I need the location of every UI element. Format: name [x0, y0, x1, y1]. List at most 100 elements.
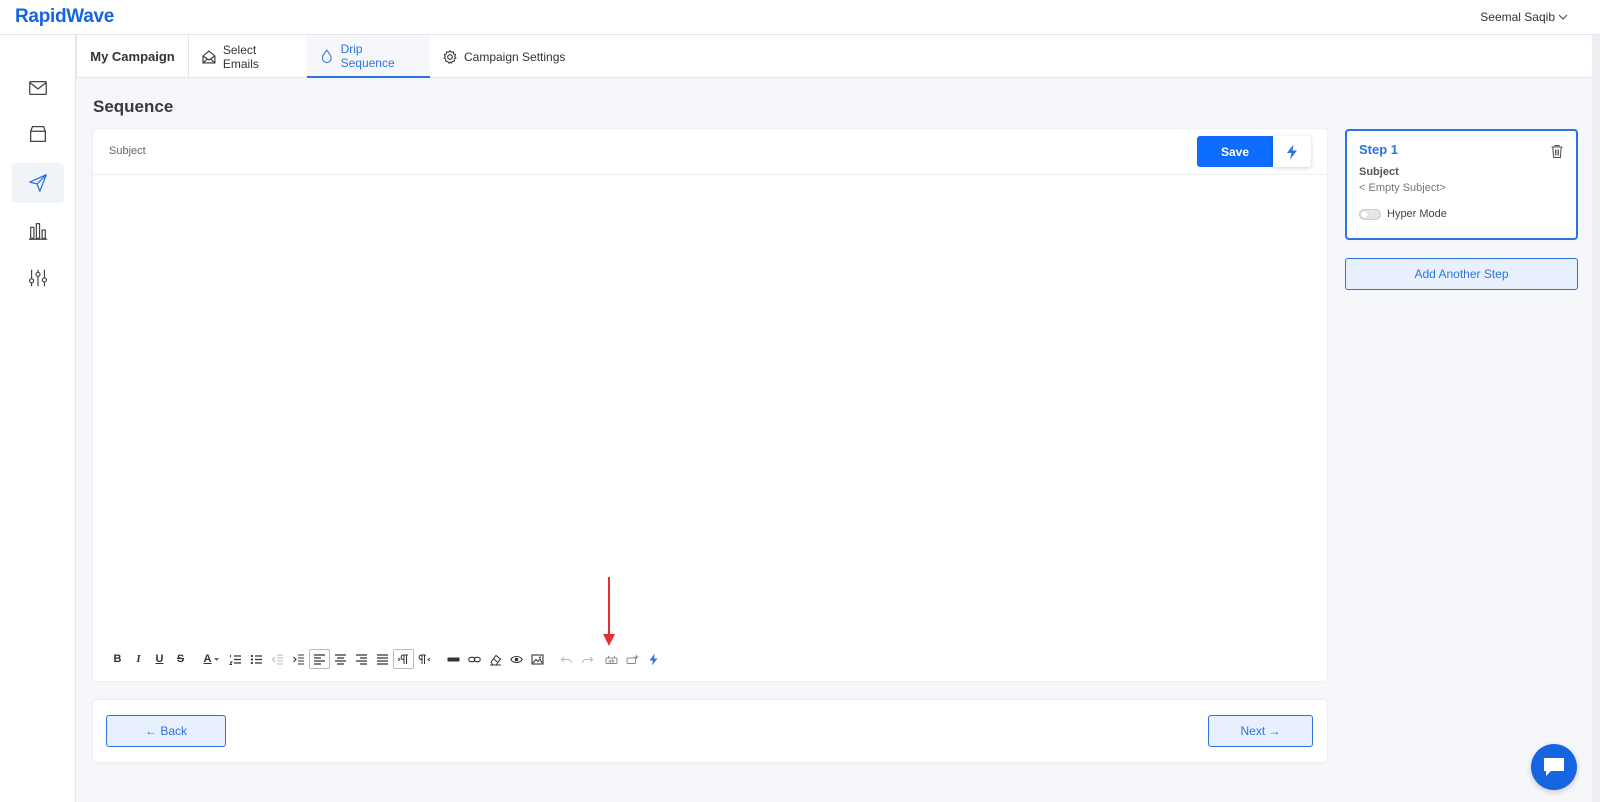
tab-drip-sequence[interactable]: Drip Sequence	[307, 35, 430, 78]
bar-chart-icon	[28, 223, 48, 240]
font-color-button[interactable]: A	[199, 649, 225, 669]
bullet-list-button[interactable]	[246, 649, 267, 669]
tab-campaign-settings[interactable]: Campaign Settings	[430, 35, 580, 78]
hyper-mode-toggle[interactable]	[1359, 209, 1381, 220]
sidebar-item-settings[interactable]	[12, 258, 64, 298]
sidebar-item-send[interactable]	[12, 163, 64, 203]
align-center-icon	[335, 653, 346, 665]
step-subject-value: < Empty Subject>	[1359, 182, 1446, 194]
underline-button[interactable]: U	[149, 649, 170, 669]
font-color-glyph: A	[203, 653, 212, 665]
redo-icon	[581, 656, 594, 663]
rtl-button[interactable]	[414, 649, 435, 669]
redo-button[interactable]	[577, 649, 598, 669]
step-card[interactable]: Step 1 Subject < Empty Subject> Hyper Mo…	[1345, 129, 1578, 240]
spintax-button[interactable]: ab	[601, 649, 622, 669]
align-right-button[interactable]	[351, 649, 372, 669]
lightning-icon	[649, 653, 658, 665]
caret-down-icon	[214, 657, 220, 661]
undo-button[interactable]	[556, 649, 577, 669]
page-title: Sequence	[93, 97, 174, 116]
tab-label: Select Emails	[222, 42, 259, 71]
email-body-editor[interactable]	[93, 176, 1327, 641]
step-subject-label: Subject	[1359, 166, 1399, 178]
drop-icon	[321, 48, 332, 63]
annotation-arrow-head	[603, 634, 615, 646]
hyper-mode-label: Hyper Mode	[1387, 208, 1447, 220]
insert-image-button[interactable]	[527, 649, 548, 669]
eraser-icon	[490, 654, 502, 665]
gear-icon	[443, 49, 457, 64]
preview-button[interactable]	[506, 649, 527, 669]
tab-label: My Campaign	[90, 49, 175, 64]
image-icon	[531, 653, 544, 665]
sidebar-item-box[interactable]	[12, 114, 64, 154]
back-button[interactable]: ← Back	[106, 715, 226, 747]
subject-input[interactable]: Subject	[109, 145, 146, 157]
sidebar	[0, 35, 76, 802]
ordered-list-icon	[229, 654, 241, 665]
variables-button[interactable]	[622, 649, 643, 669]
link-icon	[468, 656, 481, 662]
tab-label: Campaign Settings	[464, 49, 566, 64]
align-justify-button[interactable]	[372, 649, 393, 669]
variables-icon	[626, 654, 639, 664]
align-center-button[interactable]	[330, 649, 351, 669]
align-justify-icon	[377, 653, 388, 665]
clear-format-button[interactable]	[485, 649, 506, 669]
lightning-icon	[1287, 144, 1297, 159]
tab-select-emails[interactable]: Select Emails	[189, 35, 307, 78]
campaign-tabs: My Campaign Select Emails Drip Sequence …	[76, 35, 1600, 78]
user-name: Seemal Saqib	[1480, 10, 1555, 24]
next-button[interactable]: Next →	[1208, 715, 1313, 747]
send-icon	[29, 174, 47, 192]
outdent-button[interactable]	[267, 649, 288, 669]
bold-button[interactable]: B	[107, 649, 128, 669]
tab-my-campaign[interactable]: My Campaign	[76, 35, 189, 78]
sidebar-item-analytics[interactable]	[12, 211, 64, 251]
sliders-icon	[28, 269, 48, 287]
box-icon	[30, 126, 46, 142]
indent-icon	[293, 653, 304, 665]
chevron-down-icon	[1558, 14, 1568, 20]
sidebar-item-mail[interactable]	[12, 68, 64, 108]
align-right-icon	[356, 653, 367, 665]
spintax-icon: ab	[605, 655, 618, 664]
mail-icon	[29, 80, 47, 96]
annotation-arrow	[608, 577, 610, 636]
trash-icon[interactable]	[1549, 143, 1565, 159]
link-button[interactable]	[464, 649, 485, 669]
quick-action-button[interactable]	[1273, 136, 1311, 167]
subject-row: Subject Save	[93, 129, 1327, 175]
chat-icon	[1544, 758, 1564, 776]
ordered-list-button[interactable]	[225, 649, 246, 669]
align-left-button[interactable]	[309, 649, 330, 669]
add-another-step-button[interactable]: Add Another Step	[1345, 258, 1578, 290]
horizontal-rule-icon	[447, 657, 460, 661]
user-menu[interactable]: Seemal Saqib	[1480, 10, 1568, 24]
ltr-button[interactable]	[393, 649, 414, 669]
tab-label: Drip Sequence	[340, 41, 395, 70]
undo-icon	[560, 656, 573, 663]
italic-button[interactable]: I	[128, 649, 149, 669]
bullet-list-icon	[250, 654, 262, 664]
step-navigation: ← Back Next →	[93, 700, 1327, 762]
rtl-paragraph-icon	[418, 654, 431, 664]
formatting-toolbar: B I U S A ab	[107, 649, 664, 669]
align-left-icon	[314, 653, 325, 665]
app-logo[interactable]: RapidWave	[15, 6, 114, 28]
toolbar-lightning-button[interactable]	[643, 649, 664, 669]
step-title: Step 1	[1359, 142, 1399, 157]
chat-button[interactable]	[1531, 744, 1577, 790]
indent-button[interactable]	[288, 649, 309, 669]
horizontal-rule-button[interactable]	[443, 649, 464, 669]
svg-text:ab: ab	[608, 658, 615, 664]
envelope-open-icon	[202, 49, 216, 63]
strikethrough-button[interactable]: S	[170, 649, 191, 669]
save-button[interactable]: Save	[1197, 136, 1273, 167]
eye-icon	[510, 655, 523, 663]
outdent-icon	[271, 653, 283, 665]
top-bar: RapidWave Seemal Saqib	[0, 0, 1600, 35]
email-editor: Subject Save B I U S A ab	[93, 129, 1327, 681]
page-scrollbar[interactable]	[1592, 35, 1600, 802]
